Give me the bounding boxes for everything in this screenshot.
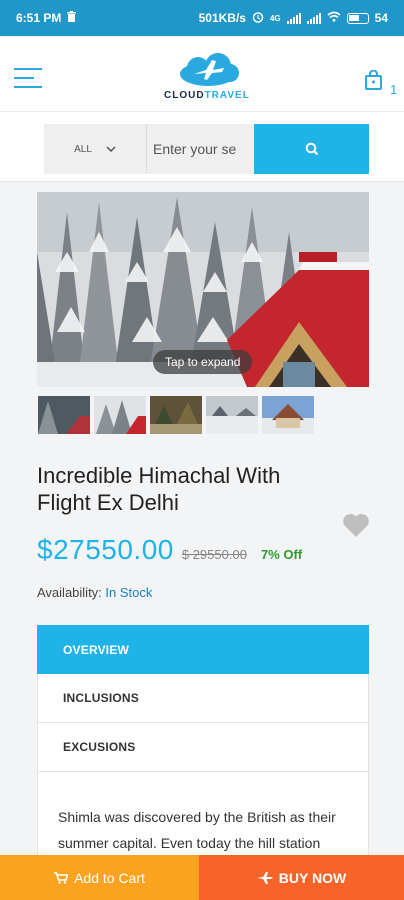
search-bar: ALL <box>0 112 404 182</box>
original-price: $ 29550.00 <box>181 547 247 562</box>
thumbnail-strip <box>38 396 318 434</box>
tab-overview[interactable]: OVERVIEW <box>37 625 369 674</box>
wifi-icon <box>327 11 341 25</box>
logo-accent: TRAVEL <box>204 90 250 101</box>
search-input[interactable] <box>146 124 254 174</box>
menu-icon[interactable] <box>14 68 44 94</box>
availability-status: In Stock <box>105 585 153 600</box>
signal-2-icon <box>306 12 321 24</box>
battery-icon <box>346 12 369 24</box>
buy-now-button[interactable]: BUY NOW <box>199 855 404 900</box>
bottom-action-bar: Add to Cart BUY NOW <box>0 855 404 900</box>
add-to-cart-label: Add to Cart <box>74 869 145 886</box>
shopping-bag-icon <box>365 69 382 90</box>
thumbnail-4[interactable] <box>206 396 258 434</box>
thumbnail-5[interactable] <box>262 396 314 434</box>
current-price: $27550.00 <box>37 534 174 565</box>
logo-primary: CLOUD <box>164 90 205 101</box>
app-header: CLOUDTRAVEL 1 <box>0 36 404 112</box>
discount-badge: 7% Off <box>260 547 303 562</box>
product-tabs: OVERVIEW INCLUSIONS EXCUSIONS <box>37 625 369 772</box>
chevron-down-icon <box>106 146 116 152</box>
availability-label: Availability: <box>37 585 102 600</box>
battery-level: 54 <box>374 11 388 25</box>
trash-icon <box>67 11 77 25</box>
logo-text: CLOUDTRAVEL <box>164 90 250 101</box>
network-type: 4G <box>269 13 281 23</box>
tab-excusions-label: EXCUSIONS <box>63 740 136 754</box>
tab-inclusions[interactable]: INCLUSIONS <box>37 674 369 723</box>
overview-description: Shimla was discovered by the British as … <box>37 772 369 862</box>
search-icon <box>305 142 318 156</box>
thumbnail-2[interactable] <box>94 396 146 434</box>
tab-overview-label: OVERVIEW <box>63 642 130 657</box>
product-title: Incredible Himachal With Flight Ex Delhi <box>37 463 281 515</box>
status-bar: 6:51 PM 501KB/s 4G 54 <box>0 0 404 36</box>
thumbnail-3[interactable] <box>150 396 202 434</box>
logo[interactable]: CLOUDTRAVEL <box>160 50 260 104</box>
tab-excusions[interactable]: EXCUSIONS <box>37 723 369 772</box>
tap-to-expand-hint: Tap to expand <box>153 350 253 374</box>
availability: Availability: In Stock <box>37 585 152 600</box>
search-button[interactable] <box>254 124 369 174</box>
status-time: 6:51 PM <box>16 11 62 25</box>
tab-inclusions-label: INCLUSIONS <box>63 691 140 705</box>
cart-button[interactable]: 1 <box>364 69 400 100</box>
signal-icon <box>286 12 301 24</box>
product-main-image[interactable]: Tap to expand <box>37 192 369 387</box>
buy-now-label: BUY NOW <box>278 869 347 886</box>
alarm-icon <box>252 11 264 26</box>
add-to-cart-button[interactable]: Add to Cart <box>0 855 199 900</box>
category-value: ALL <box>74 143 92 155</box>
cloud-plane-icon <box>180 53 239 86</box>
cart-icon <box>54 871 69 884</box>
price-row: $27550.00 $ 29550.00 7% Off <box>37 534 367 570</box>
network-speed: 501KB/s <box>198 11 246 25</box>
cart-count: 1 <box>390 82 398 97</box>
plane-icon <box>256 871 273 884</box>
category-select[interactable]: ALL <box>44 124 146 174</box>
thumbnail-1[interactable] <box>38 396 90 434</box>
